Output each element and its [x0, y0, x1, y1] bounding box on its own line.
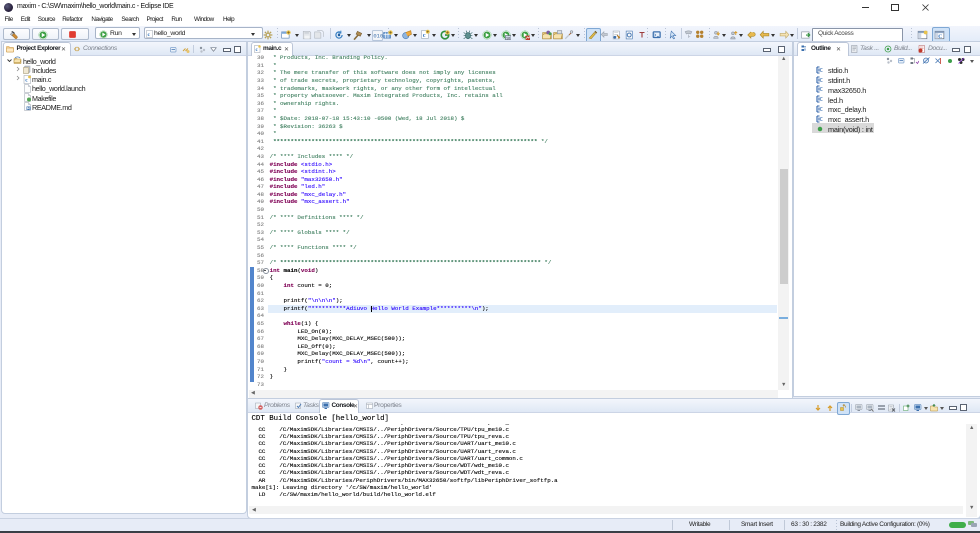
svg-text:010: 010: [373, 32, 383, 39]
svg-text:c: c: [423, 32, 426, 39]
svg-text:C: C: [938, 34, 942, 40]
svg-text:10: 10: [506, 36, 510, 40]
